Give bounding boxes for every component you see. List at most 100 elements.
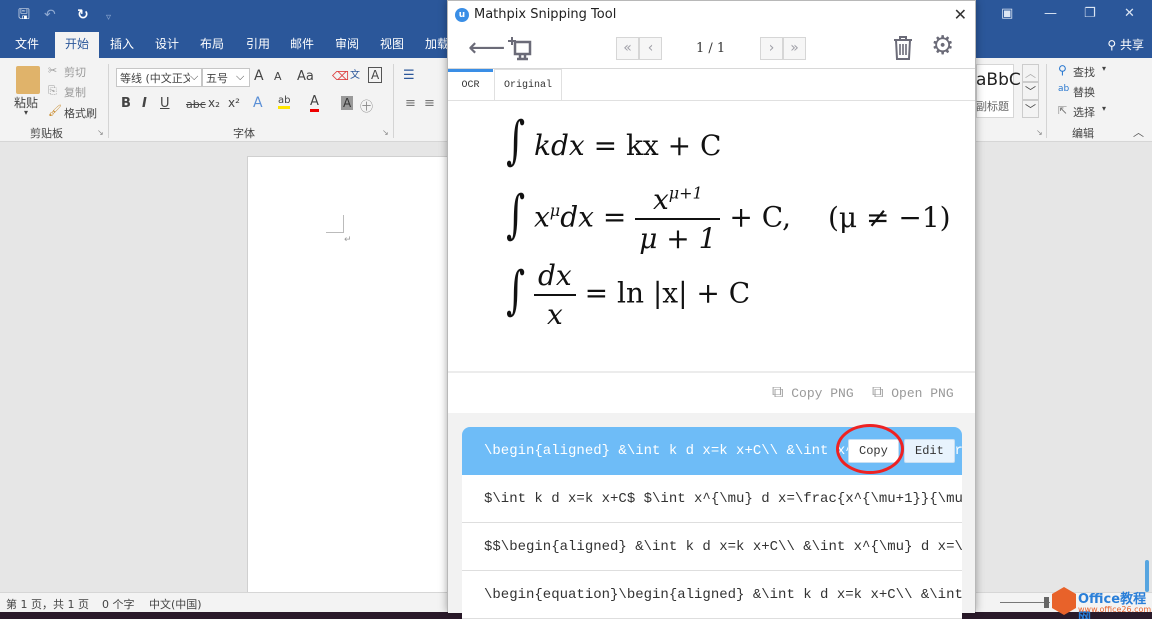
find-icon[interactable]: ⚲ — [1058, 63, 1067, 77]
zoom-slider[interactable] — [1000, 602, 1050, 603]
edit-button[interactable]: Edit — [904, 439, 955, 463]
tab-mailings[interactable]: 邮件 — [284, 32, 320, 58]
back-arrow-icon[interactable]: ⟵ — [468, 33, 505, 63]
align-center-icon[interactable]: ≡ — [424, 96, 435, 111]
prev-page-button[interactable]: ‹ — [639, 37, 662, 60]
highlight-color-icon[interactable]: ab — [278, 95, 291, 109]
bullets-icon[interactable]: ☰ — [403, 68, 415, 83]
change-case-button[interactable]: Aa — [297, 69, 314, 84]
replace-button[interactable]: 替换 — [1073, 84, 1095, 100]
close-icon[interactable]: ✕ — [954, 5, 967, 24]
result-item[interactable]: $\int k d x=k x+C$ $\int x^{\mu} d x=\fr… — [462, 475, 962, 523]
paragraph-mark-icon: ↵ — [344, 235, 352, 245]
settings-gear-icon[interactable]: ⚙ — [931, 31, 954, 61]
format-painter-button[interactable]: 格式刷 — [64, 105, 97, 121]
style-preview[interactable]: aBbC — [976, 70, 1021, 90]
shrink-font-button[interactable]: A — [274, 70, 282, 83]
page-indicator: 1 / 1 — [696, 41, 726, 56]
tab-ocr[interactable]: OCR — [448, 69, 493, 101]
tab-review[interactable]: 审阅 — [329, 32, 365, 58]
styles-launcher-icon[interactable]: ↘ — [1036, 128, 1043, 137]
grow-font-button[interactable]: A — [254, 68, 264, 84]
font-size-dropdown-icon[interactable]: ⌵ — [236, 70, 245, 84]
tab-file[interactable]: 文件 — [9, 32, 45, 58]
margin-marker — [326, 215, 344, 233]
copy-icon[interactable]: ⎘ — [48, 84, 57, 98]
group-separator — [393, 64, 394, 138]
save-icon[interactable]: 🖫 — [18, 6, 30, 24]
word-count[interactable]: 0 个字 — [102, 596, 135, 612]
close-word-icon[interactable]: ✕ — [1124, 6, 1135, 21]
strikethrough-button[interactable]: abc — [186, 98, 206, 111]
subscript-button[interactable]: x₂ — [208, 96, 220, 110]
result-item[interactable]: \begin{equation}\begin{aligned} &\int k … — [462, 571, 962, 619]
open-png-button[interactable]: ⧉ Open PNG — [872, 384, 954, 402]
character-border-icon[interactable]: A — [368, 67, 383, 83]
font-launcher-icon[interactable]: ↘ — [382, 128, 389, 137]
eq3-num: dx — [538, 259, 572, 292]
first-page-button[interactable]: « — [616, 37, 639, 60]
cut-button[interactable]: 剪切 — [64, 64, 86, 80]
align-left-icon[interactable]: ≡ — [405, 96, 416, 111]
tab-original[interactable]: Original — [494, 69, 562, 101]
styles-scroll-down-icon[interactable]: ﹀ — [1022, 82, 1039, 100]
enclose-characters-icon[interactable]: ㊉ — [360, 96, 373, 115]
integral-sign: ∫ — [506, 261, 526, 321]
bold-button[interactable]: B — [121, 96, 131, 111]
select-icon[interactable]: ⇱ — [1058, 104, 1067, 117]
format-painter-icon[interactable]: 🖌 — [48, 104, 62, 117]
language-indicator[interactable]: 中文(中国) — [149, 596, 202, 612]
trash-icon[interactable] — [892, 35, 914, 61]
paste-dropdown-icon[interactable]: ▾ — [24, 108, 28, 117]
document-page[interactable]: ↵ — [247, 156, 452, 596]
cut-icon[interactable]: ✂ — [48, 64, 57, 77]
eq2-base: x — [534, 200, 550, 234]
open-external-icon: ⧉ — [872, 384, 884, 402]
paste-icon[interactable] — [16, 66, 40, 94]
clipboard-launcher-icon[interactable]: ↘ — [97, 128, 104, 137]
font-color-icon[interactable]: A — [310, 94, 319, 112]
tab-view[interactable]: 视图 — [374, 32, 410, 58]
tab-home[interactable]: 开始 — [55, 32, 100, 58]
select-dropdown-icon[interactable]: ▾ — [1102, 104, 1106, 113]
select-button[interactable]: 选择 — [1073, 104, 1095, 120]
clear-formatting-icon[interactable]: ⌫ — [332, 69, 349, 83]
new-snip-screen-icon[interactable] — [508, 36, 534, 62]
text-effects-icon[interactable]: A — [253, 95, 263, 111]
replace-icon[interactable]: ab — [1058, 84, 1069, 94]
tab-references[interactable]: 引用 — [240, 32, 276, 58]
find-button[interactable]: 查找 — [1073, 64, 1095, 80]
collapse-ribbon-icon[interactable]: ︿ — [1133, 124, 1144, 140]
superscript-button[interactable]: x² — [228, 96, 240, 110]
undo-icon[interactable]: ↶ — [44, 6, 56, 24]
zoom-slider-thumb[interactable] — [1044, 597, 1049, 608]
find-dropdown-icon[interactable]: ▾ — [1102, 64, 1106, 73]
font-size-value: 五号 — [206, 72, 228, 85]
copy-button[interactable]: Copy — [848, 439, 899, 463]
copy-png-button[interactable]: ⧉ Copy PNG — [772, 384, 854, 402]
share-button[interactable]: ⚲ 共享 — [1107, 36, 1144, 53]
styles-more-icon[interactable]: ﹀ — [1022, 100, 1039, 118]
redo-icon[interactable]: ↻ — [77, 6, 89, 24]
minimize-icon[interactable]: — — [1044, 6, 1057, 21]
restore-icon[interactable]: ❐ — [1084, 6, 1096, 21]
copy-button[interactable]: 复制 — [64, 84, 86, 100]
italic-button[interactable]: I — [142, 96, 147, 111]
customize-icon[interactable]: ▿ — [106, 9, 111, 27]
character-shading-icon[interactable]: A — [341, 96, 354, 110]
tab-layout[interactable]: 布局 — [194, 32, 230, 58]
underline-button[interactable]: U — [160, 96, 170, 111]
font-name-dropdown-icon[interactable]: ⌵ — [190, 70, 199, 84]
result-text: $$\begin{aligned} &\int k d x=k x+C\\ &\… — [484, 539, 962, 555]
copy-png-icon: ⧉ — [772, 384, 784, 402]
styles-scroll-up-icon[interactable]: ︿ — [1022, 64, 1039, 82]
ribbon-display-icon[interactable]: ▣ — [1001, 6, 1013, 21]
result-item[interactable]: $$\begin{aligned} &\int k d x=k x+C\\ &\… — [462, 523, 962, 571]
phonetic-guide-icon[interactable]: 文 — [350, 66, 360, 81]
next-page-button[interactable]: › — [760, 37, 783, 60]
page-count[interactable]: 第 1 页，共 1 页 — [6, 596, 89, 612]
result-item[interactable]: \begin{aligned} &\int k d x=k x+C\\ &\in… — [462, 427, 962, 475]
tab-design[interactable]: 设计 — [149, 32, 185, 58]
last-page-button[interactable]: » — [783, 37, 806, 60]
tab-insert[interactable]: 插入 — [104, 32, 140, 58]
